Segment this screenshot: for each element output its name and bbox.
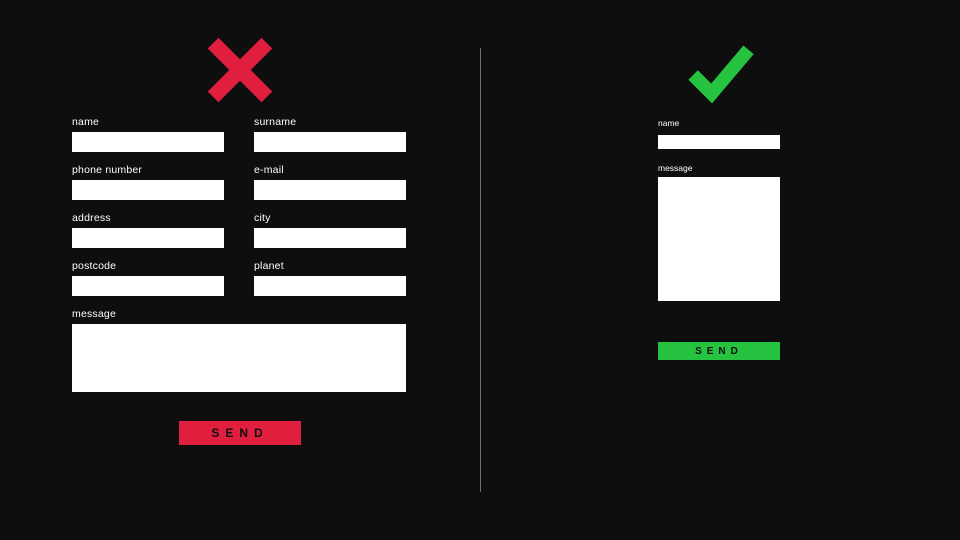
send-button[interactable]: SEND bbox=[658, 342, 780, 360]
cross-icon bbox=[0, 28, 480, 112]
field-city: city bbox=[254, 212, 406, 248]
label-message: message bbox=[658, 163, 780, 173]
input-postcode[interactable] bbox=[72, 276, 224, 296]
input-message[interactable] bbox=[658, 177, 780, 301]
good-contact-form: name message SEND bbox=[658, 118, 780, 360]
input-message[interactable] bbox=[72, 324, 406, 392]
field-name: name bbox=[72, 116, 224, 152]
field-message: message bbox=[72, 308, 406, 397]
label-email: e-mail bbox=[254, 164, 406, 176]
check-icon bbox=[480, 28, 960, 112]
field-planet: planet bbox=[254, 260, 406, 296]
good-example-panel: name message SEND bbox=[480, 0, 960, 540]
label-surname: surname bbox=[254, 116, 406, 128]
field-message: message bbox=[658, 163, 780, 306]
label-name: name bbox=[72, 116, 224, 128]
input-address[interactable] bbox=[72, 228, 224, 248]
label-postcode: postcode bbox=[72, 260, 224, 272]
label-phone: phone number bbox=[72, 164, 224, 176]
bad-contact-form: name surname phone number e-mail address bbox=[72, 116, 408, 445]
send-button[interactable]: SEND bbox=[179, 421, 301, 445]
label-message: message bbox=[72, 308, 406, 320]
input-name[interactable] bbox=[72, 132, 224, 152]
label-planet: planet bbox=[254, 260, 406, 272]
field-name: name bbox=[658, 118, 780, 163]
input-email[interactable] bbox=[254, 180, 406, 200]
input-city[interactable] bbox=[254, 228, 406, 248]
input-name[interactable] bbox=[658, 135, 780, 149]
field-postcode: postcode bbox=[72, 260, 224, 296]
label-name: name bbox=[658, 118, 780, 128]
input-phone[interactable] bbox=[72, 180, 224, 200]
field-surname: surname bbox=[254, 116, 406, 152]
field-address: address bbox=[72, 212, 224, 248]
field-phone: phone number bbox=[72, 164, 224, 200]
field-email: e-mail bbox=[254, 164, 406, 200]
input-planet[interactable] bbox=[254, 276, 406, 296]
input-surname[interactable] bbox=[254, 132, 406, 152]
label-city: city bbox=[254, 212, 406, 224]
label-address: address bbox=[72, 212, 224, 224]
bad-example-panel: name surname phone number e-mail address bbox=[0, 0, 480, 540]
